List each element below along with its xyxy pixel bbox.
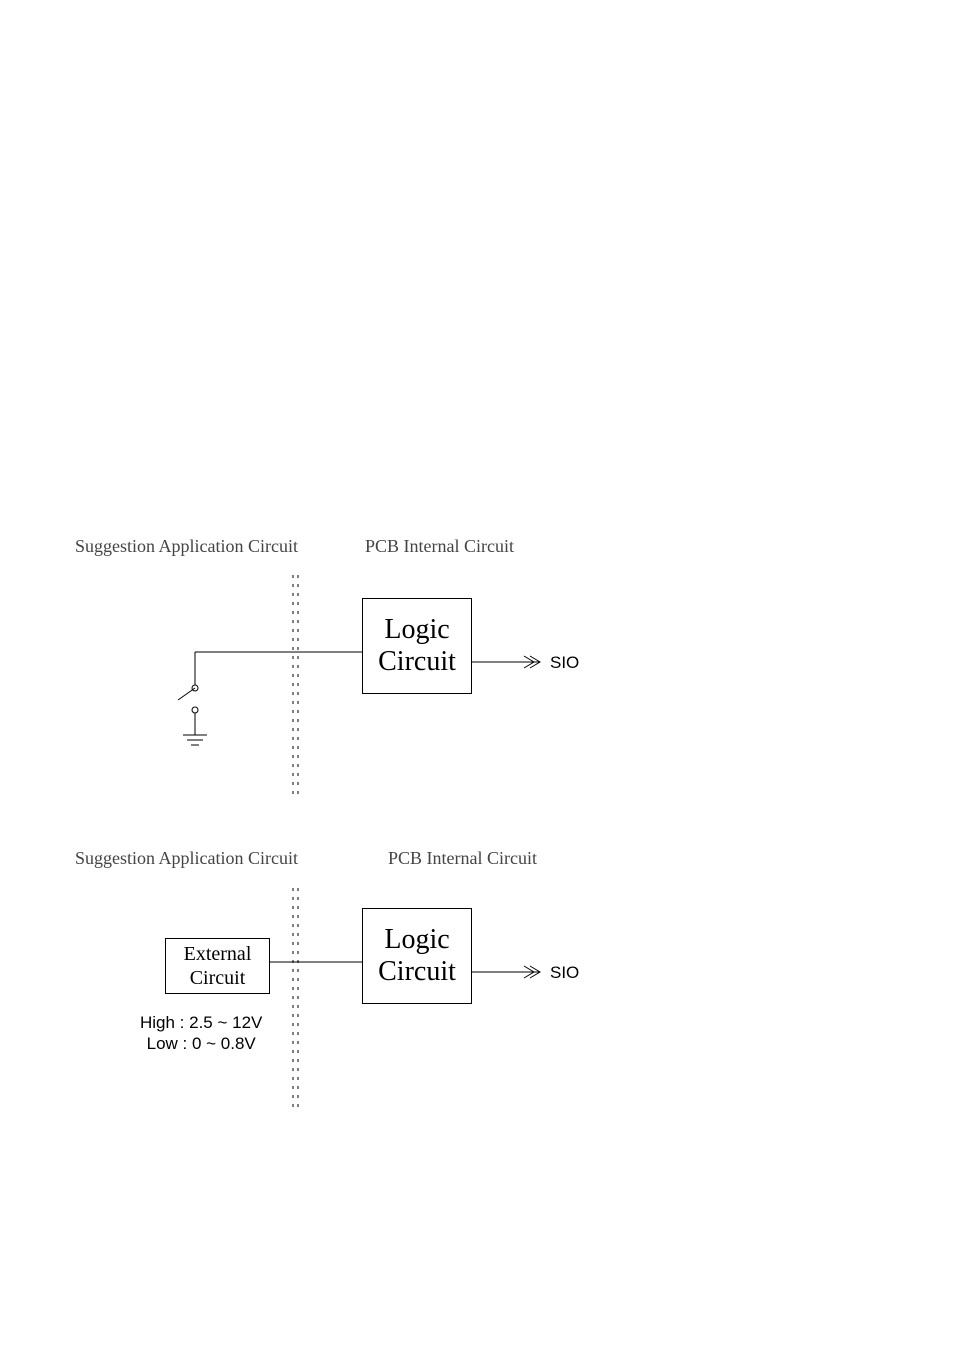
- label-pcb-internal-1: PCB Internal Circuit: [365, 536, 514, 557]
- voltage-low: Low : 0 ~ 0.8V: [140, 1033, 262, 1054]
- diagram-svg: [0, 0, 954, 1350]
- label-suggestion-2: Suggestion Application Circuit: [75, 848, 298, 869]
- wires-1: [178, 652, 362, 745]
- logic-circuit-box-2: Logic Circuit: [362, 908, 472, 1004]
- external-circuit-box: External Circuit: [165, 938, 270, 994]
- ext-line1: External: [166, 942, 269, 966]
- logic-line2-1: Circuit: [363, 646, 471, 678]
- divider-2: [293, 888, 298, 1113]
- page: Suggestion Application Circuit PCB Inter…: [0, 0, 954, 1350]
- logic-circuit-box-1: Logic Circuit: [362, 598, 472, 694]
- logic-line2-2: Circuit: [363, 956, 471, 988]
- label-pcb-internal-2: PCB Internal Circuit: [388, 848, 537, 869]
- divider-1: [293, 575, 298, 800]
- logic-line1-1: Logic: [363, 614, 471, 646]
- output-wire-2: [470, 966, 540, 978]
- label-suggestion-1: Suggestion Application Circuit: [75, 536, 298, 557]
- ext-line2: Circuit: [166, 966, 269, 990]
- sio-label-2: SIO: [550, 963, 579, 983]
- voltage-high: High : 2.5 ~ 12V: [140, 1012, 262, 1033]
- output-wire-1: [470, 656, 540, 668]
- logic-line1-2: Logic: [363, 924, 471, 956]
- voltage-levels: High : 2.5 ~ 12V Low : 0 ~ 0.8V: [140, 1012, 262, 1055]
- sio-label-1: SIO: [550, 653, 579, 673]
